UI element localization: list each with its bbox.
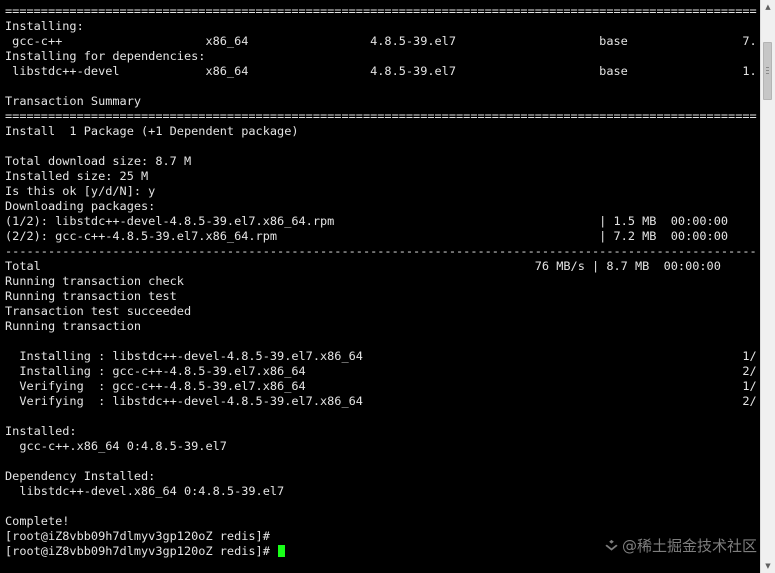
scrollbar-grip: [766, 70, 769, 71]
terminal-line: Install 1 Package (+1 Dependent package): [5, 124, 757, 139]
terminal-line-text: [root@iZ8vbb09h7dlmyv3gp120oZ redis]#: [5, 544, 278, 558]
terminal-line-text: Is this ok [y/d/N]: y: [5, 184, 156, 198]
terminal-line: Transaction test succeeded: [5, 304, 757, 319]
terminal-line-text: Installing:: [5, 19, 84, 33]
terminal-line: Installing for dependencies:: [5, 49, 757, 64]
terminal-line-text: Dependency Installed:: [5, 469, 156, 483]
terminal-line-text: Downloading packages:: [5, 199, 156, 213]
terminal-line: Complete!: [5, 514, 757, 529]
terminal-line: libstdc++-devel.x86_64 0:4.8.5-39.el7: [5, 484, 757, 499]
scroll-up-arrow-icon[interactable]: ▲: [761, 0, 775, 14]
terminal-line: Installing : gcc-c++-4.8.5-39.el7.x86_64…: [5, 364, 757, 379]
terminal-line: Installed:: [5, 424, 757, 439]
terminal-line-text: Install 1 Package (+1 Dependent package): [5, 124, 299, 138]
vertical-scrollbar[interactable]: ▲ ▼: [760, 0, 775, 573]
terminal-line-text: Transaction Summary: [5, 94, 142, 108]
terminal-line: ========================================…: [5, 4, 757, 19]
terminal-line-text: [root@iZ8vbb09h7dlmyv3gp120oZ redis]#: [5, 529, 270, 543]
terminal-line-text: gcc-c++.x86_64 0:4.8.5-39.el7: [5, 439, 227, 453]
terminal-line: Verifying : gcc-c++-4.8.5-39.el7.x86_64 …: [5, 379, 757, 394]
terminal-line: Verifying : libstdc++-devel-4.8.5-39.el7…: [5, 394, 757, 409]
terminal-line: gcc-c++.x86_64 0:4.8.5-39.el7: [5, 439, 757, 454]
terminal-line-text: Running transaction test: [5, 289, 177, 303]
scrollbar-thumb[interactable]: [763, 42, 772, 100]
terminal-line-text: Verifying : gcc-c++-4.8.5-39.el7.x86_64 …: [5, 379, 757, 393]
terminal-line-text: ========================================…: [5, 4, 757, 18]
terminal-line: Total download size: 8.7 M: [5, 154, 757, 169]
terminal-line-text: ========================================…: [5, 109, 757, 123]
terminal-line: Installing : libstdc++-devel-4.8.5-39.el…: [5, 349, 757, 364]
terminal-line: gcc-c++ x86_64 4.8.5-39.el7 base 7.2 M: [5, 34, 757, 49]
terminal-line: Installed size: 25 M: [5, 169, 757, 184]
terminal-line: libstdc++-devel x86_64 4.8.5-39.el7 base…: [5, 64, 757, 79]
terminal-line: Installing:: [5, 19, 757, 34]
terminal-line-text: Running transaction check: [5, 274, 184, 288]
terminal-line-text: Installing for dependencies:: [5, 49, 206, 63]
terminal-line-text: (2/2): gcc-c++-4.8.5-39.el7.x86_64.rpm |…: [5, 229, 729, 243]
scroll-down-arrow-icon[interactable]: ▼: [761, 559, 775, 573]
terminal-line-text: (1/2): libstdc++-devel-4.8.5-39.el7.x86_…: [5, 214, 729, 228]
terminal-line-text: Installing : libstdc++-devel-4.8.5-39.el…: [5, 349, 757, 363]
terminal-line: Downloading packages:: [5, 199, 757, 214]
terminal-line-text: libstdc++-devel.x86_64 0:4.8.5-39.el7: [5, 484, 285, 498]
terminal-line: (1/2): libstdc++-devel-4.8.5-39.el7.x86_…: [5, 214, 757, 229]
terminal-line-text: Installed size: 25 M: [5, 169, 149, 183]
terminal-line: Total 76 MB/s | 8.7 MB 00:00:00: [5, 259, 757, 274]
terminal-line: Transaction Summary: [5, 94, 757, 109]
terminal-cursor: [278, 545, 286, 557]
scrollbar-grip: [766, 67, 769, 68]
terminal-line-text: libstdc++-devel x86_64 4.8.5-39.el7 base…: [5, 64, 757, 78]
terminal-line: Running transaction: [5, 319, 757, 334]
terminal-line: Dependency Installed:: [5, 469, 757, 484]
watermark: @稀土掘金技术社区: [604, 535, 757, 556]
terminal-line-text: Complete!: [5, 514, 70, 528]
terminal-line: ========================================…: [5, 109, 757, 124]
terminal-line: ----------------------------------------…: [5, 244, 757, 259]
juejin-logo-icon: [605, 539, 618, 551]
terminal-line-text: ----------------------------------------…: [5, 244, 757, 258]
terminal-line: (2/2): gcc-c++-4.8.5-39.el7.x86_64.rpm |…: [5, 229, 757, 244]
terminal-line-text: Running transaction: [5, 319, 142, 333]
terminal-line-text: Installing : gcc-c++-4.8.5-39.el7.x86_64…: [5, 364, 757, 378]
terminal-line: Is this ok [y/d/N]: y: [5, 184, 757, 199]
terminal-line: Running transaction test: [5, 289, 757, 304]
terminal-line-text: gcc-c++ x86_64 4.8.5-39.el7 base 7.2 M: [5, 34, 757, 48]
terminal-output[interactable]: ========================================…: [5, 4, 757, 569]
terminal-line-text: Verifying : libstdc++-devel-4.8.5-39.el7…: [5, 394, 757, 408]
terminal-window[interactable]: ========================================…: [0, 0, 775, 573]
terminal-line-text: Total download size: 8.7 M: [5, 154, 192, 168]
terminal-line-text: Installed:: [5, 424, 77, 438]
terminal-line: Running transaction check: [5, 274, 757, 289]
watermark-text: @稀土掘金技术社区: [621, 537, 757, 555]
terminal-line-text: Transaction test succeeded: [5, 304, 192, 318]
terminal-line-text: Total 76 MB/s | 8.7 MB 00:00:00: [5, 259, 721, 273]
scrollbar-grip: [766, 73, 769, 74]
